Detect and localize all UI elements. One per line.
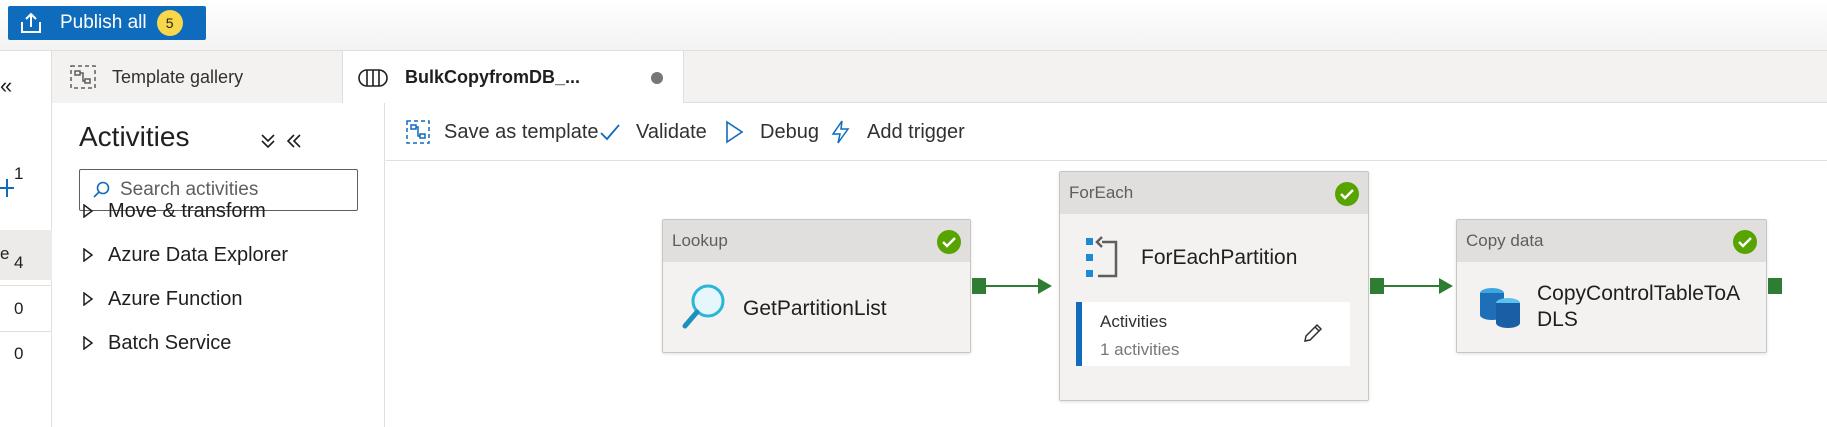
tab-pipeline-label: BulkCopyfromDB_... xyxy=(405,67,581,87)
expand-caret-icon xyxy=(83,336,94,350)
add-trigger-button[interactable]: Add trigger xyxy=(829,113,965,151)
rail-count-1: 1 xyxy=(14,164,24,183)
success-check-icon xyxy=(1335,182,1359,206)
pencil-icon[interactable] xyxy=(1302,322,1324,344)
rail-selected-item[interactable]: e xyxy=(0,230,52,280)
node-name: ForEachPartition xyxy=(1141,246,1298,269)
template-icon xyxy=(406,120,430,144)
rail-count-3: 0 xyxy=(14,299,24,318)
expand-caret-icon xyxy=(83,248,94,262)
publish-all-button[interactable]: Publish all 5 xyxy=(8,6,206,40)
publish-icon xyxy=(21,12,41,33)
publish-all-label: Publish all xyxy=(60,12,147,33)
collapse-all-icon[interactable] xyxy=(258,131,278,151)
output-port[interactable] xyxy=(1768,278,1782,294)
save-as-template-button[interactable]: Save as template xyxy=(406,113,599,151)
rail-selected-label: e xyxy=(0,244,10,263)
output-port[interactable] xyxy=(972,278,986,294)
inner-activities-label: Activities xyxy=(1100,312,1168,331)
expand-caret-icon xyxy=(83,292,94,306)
save-as-template-label: Save as template xyxy=(444,120,599,143)
tab-pipeline[interactable]: BulkCopyfromDB_... xyxy=(342,51,684,104)
category-azure-function[interactable]: Azure Function xyxy=(82,284,243,314)
success-check-icon xyxy=(937,230,961,254)
rail-count-4: 0 xyxy=(14,344,24,363)
rail-divider xyxy=(0,285,52,286)
node-type-label: ForEach xyxy=(1069,183,1134,202)
connector-arrow xyxy=(1038,278,1052,294)
inner-activities-box[interactable]: Activities 1 activities xyxy=(1076,302,1350,366)
debug-label: Debug xyxy=(760,120,819,143)
category-label: Azure Data Explorer xyxy=(108,243,289,266)
unsaved-indicator xyxy=(651,72,663,84)
pipeline-icon xyxy=(358,68,388,87)
activities-title: Activities xyxy=(79,121,190,152)
validate-label: Validate xyxy=(636,120,707,143)
pipeline-canvas[interactable]: Lookup GetPartitionList ForEach ForEachP… xyxy=(386,162,1827,427)
foreach-activity-node[interactable]: ForEach ForEachPartition Activities 1 ac… xyxy=(1059,171,1369,401)
node-name-line-1: CopyControlTableToA xyxy=(1537,282,1741,305)
collapse-rail-icon[interactable]: « xyxy=(0,73,12,99)
connector-line xyxy=(986,285,1038,287)
rail-count-2: 4 xyxy=(14,253,24,272)
category-batch-service[interactable]: Batch Service xyxy=(82,328,231,358)
copy-data-icon xyxy=(1480,288,1520,328)
debug-button[interactable]: Debug xyxy=(722,113,819,151)
connector-line xyxy=(1384,285,1439,287)
node-name: GetPartitionList xyxy=(743,297,887,320)
lookup-icon xyxy=(682,284,725,329)
tab-bar: Template gallery BulkCopyfromDB_... xyxy=(52,51,1827,104)
category-move-transform[interactable]: Move & transform xyxy=(82,196,266,226)
category-label: Azure Function xyxy=(108,287,243,310)
validate-button[interactable]: Validate xyxy=(598,113,707,151)
node-header: Copy data xyxy=(1457,220,1766,262)
add-trigger-label: Add trigger xyxy=(867,120,965,143)
pipeline-toolbar: Save as template Validate Debug Add trig… xyxy=(386,103,1827,161)
play-icon xyxy=(726,120,744,144)
copy-data-activity-node[interactable]: Copy data CopyControlTableToA DLS xyxy=(1456,219,1767,353)
expand-caret-icon xyxy=(83,204,94,218)
category-label: Move & transform xyxy=(108,199,266,222)
node-header: ForEach xyxy=(1060,172,1368,214)
lookup-activity-node[interactable]: Lookup GetPartitionList xyxy=(662,219,971,353)
output-port[interactable] xyxy=(1370,278,1384,294)
tab-template-gallery[interactable]: Template gallery xyxy=(52,51,342,103)
collapse-panel-icon[interactable] xyxy=(284,131,304,151)
success-check-icon xyxy=(1733,230,1757,254)
tab-template-gallery-label: Template gallery xyxy=(112,66,244,87)
inner-activities-count: 1 activities xyxy=(1100,340,1180,359)
template-icon xyxy=(70,65,96,89)
node-type-label: Copy data xyxy=(1466,231,1544,250)
node-header: Lookup xyxy=(663,220,970,262)
lightning-icon xyxy=(831,120,850,144)
connector-arrow xyxy=(1439,278,1453,294)
left-rail: « 1 e 4 0 0 xyxy=(0,51,52,427)
checkmark-icon xyxy=(600,124,620,141)
category-azure-data-explorer[interactable]: Azure Data Explorer xyxy=(82,240,288,270)
publish-count-badge: 5 xyxy=(156,10,183,36)
foreach-icon xyxy=(1086,236,1118,278)
activities-panel: Activities Move & transform Azure Data E… xyxy=(52,103,385,427)
rail-divider xyxy=(0,331,52,332)
node-type-label: Lookup xyxy=(672,231,728,250)
node-name-line-2: DLS xyxy=(1537,308,1578,331)
top-bar: Publish all 5 xyxy=(0,0,1827,51)
category-label: Batch Service xyxy=(108,331,232,354)
